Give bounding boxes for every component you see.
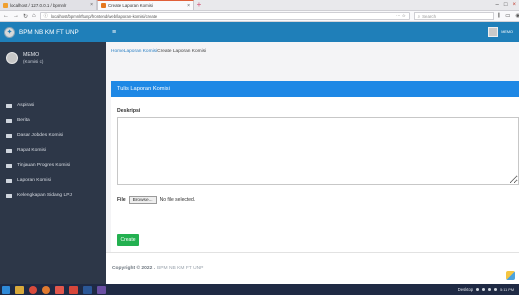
sidebar-item-rapat[interactable]: Rapat Komisi <box>0 143 106 158</box>
browser-tab-strip: localhost / 127.0.0.1 / bpmnlr × Create … <box>0 0 519 11</box>
sidebar-item-label: Aspirasi <box>17 103 35 108</box>
system-tray: Desktop 5:11 PM <box>458 287 517 292</box>
topbar-user-name: MEMO <box>501 30 513 34</box>
sidebar-item-label: Dasar Jobdes Komisi <box>17 133 64 138</box>
tab-title: localhost / 127.0.0.1 / bpmnlr <box>10 2 67 8</box>
minimize-icon[interactable]: – <box>496 2 499 8</box>
toolbar-icons: ⫼ ▭ ◉ ● ≡ <box>498 13 519 20</box>
sidebar-item-kelengkapan[interactable]: Kelengkapan Sidang LPJ <box>0 188 106 203</box>
footer-copyright: Copyright © 2022 . <box>112 266 156 271</box>
user-panel: MEMO (Komisi c) <box>0 42 106 76</box>
footer: Copyright © 2022 . BPM NB KM FT UNP <box>106 252 519 284</box>
library-icon[interactable]: ⫼ <box>498 13 501 20</box>
hamburger-menu-icon[interactable]: ≡ <box>112 29 116 36</box>
description-label: Deskripsi <box>117 108 141 114</box>
sidebar: ✦ BPM NB KM FT UNP MEMO (Komisi c) Aspir… <box>0 22 106 284</box>
forward-icon[interactable]: → <box>13 13 19 19</box>
desktop-label[interactable]: Desktop <box>458 287 473 292</box>
brand-header[interactable]: ✦ BPM NB KM FT UNP <box>0 22 106 42</box>
file-status: No file selected. <box>159 197 196 203</box>
browse-button[interactable]: Browse... <box>128 196 157 204</box>
breadcrumb-parent-link[interactable]: Laporan Komisi <box>124 49 157 54</box>
tab-title: Create Laporan Komisi <box>108 3 153 8</box>
app-icon[interactable] <box>69 285 78 294</box>
breadcrumb-current: Create Laporan Komisi <box>157 49 207 54</box>
info-icon[interactable]: ⓘ <box>44 13 48 19</box>
envelope-icon <box>6 103 12 108</box>
maximize-icon[interactable]: □ <box>504 2 508 8</box>
envelope-icon <box>6 118 12 123</box>
browser-icon[interactable] <box>42 285 50 294</box>
page-content: ✦ BPM NB KM FT UNP MEMO (Komisi c) Aspir… <box>0 22 519 284</box>
tray-icon[interactable] <box>482 288 486 291</box>
sidebar-item-label: Kelengkapan Sidang LPJ <box>17 193 72 198</box>
brand-logo-icon: ✦ <box>4 26 15 38</box>
sidebar-item-label: Berita <box>17 118 30 123</box>
clock[interactable]: 5:11 PM <box>500 288 514 292</box>
search-icon: ⌕ <box>417 13 421 19</box>
start-icon[interactable] <box>2 285 10 294</box>
file-explorer-icon[interactable] <box>15 285 24 294</box>
sidebar-menu: Aspirasi Berita Dasar Jobdes Komisi Rapa… <box>0 98 106 203</box>
home-icon[interactable]: ⌂ <box>32 13 36 19</box>
envelope-icon <box>6 163 12 168</box>
back-icon[interactable]: ← <box>3 13 9 19</box>
breadcrumb: HomeLaporan KomisiCreate Laporan Komisi <box>111 49 206 54</box>
reload-icon[interactable]: ↻ <box>23 13 28 20</box>
extension-icon[interactable]: ◉ <box>515 13 519 20</box>
page-actions-icon[interactable]: ··· ☆ <box>396 13 406 19</box>
file-upload-row: File Browse... No file selected. <box>117 196 195 204</box>
browser-tab-phpmyadmin[interactable]: localhost / 127.0.0.1 / bpmnlr × <box>0 0 97 10</box>
user-role: (Komisi c) <box>23 58 44 64</box>
footer-org: BPM NB KM FT UNP <box>157 266 204 271</box>
phpmyadmin-favicon-icon <box>3 2 8 8</box>
close-tab-icon[interactable]: × <box>90 2 93 8</box>
network-icon[interactable] <box>488 288 492 291</box>
sidebar-toggle-icon[interactable]: ▭ <box>505 13 510 20</box>
sidebar-item-dasar-jobdes[interactable]: Dasar Jobdes Komisi <box>0 128 106 143</box>
sidebar-item-laporan[interactable]: Laporan Komisi <box>0 173 106 188</box>
file-label: File <box>117 197 126 203</box>
account-menu[interactable]: MEMO <box>488 27 513 37</box>
sidebar-item-label: Laporan Komisi <box>17 178 51 183</box>
form-card: Deskripsi File Browse... No file selecte… <box>111 97 519 261</box>
search-placeholder: Search <box>422 13 437 19</box>
envelope-icon <box>6 148 12 153</box>
search-box[interactable]: ⌕ Search <box>413 12 494 20</box>
sidebar-item-aspirasi[interactable]: Aspirasi <box>0 98 106 113</box>
description-textarea[interactable] <box>117 117 519 185</box>
brand-name: BPM NB KM FT UNP <box>19 28 79 36</box>
browser-navigation-bar: ← → ↻ ⌂ ⓘ localhost/bpmnlrftunp/frontend… <box>0 11 519 22</box>
breadcrumb-home-link[interactable]: Home <box>111 49 124 54</box>
sidebar-item-berita[interactable]: Berita <box>0 113 106 128</box>
browser-tab-create-laporan[interactable]: Create Laporan Komisi × <box>97 0 194 10</box>
close-window-icon[interactable]: × <box>512 2 516 8</box>
widget-icon[interactable] <box>506 271 515 280</box>
top-navbar: ≡ MEMO <box>106 22 519 42</box>
envelope-icon <box>6 178 12 183</box>
new-tab-button[interactable]: + <box>194 0 204 10</box>
form-card-header: Tulis Laporan Komisi <box>111 81 519 97</box>
page-favicon-icon <box>101 3 106 8</box>
avatar <box>488 27 499 37</box>
volume-icon[interactable] <box>494 288 498 291</box>
envelope-icon <box>6 193 12 198</box>
sidebar-item-label: Tinjauan Progres Komisi <box>17 163 71 168</box>
tray-icon[interactable] <box>476 288 480 291</box>
firefox-icon[interactable] <box>55 285 64 294</box>
sidebar-item-tinjauan[interactable]: Tinjauan Progres Komisi <box>0 158 106 173</box>
window-controls: – □ × <box>496 2 519 8</box>
create-button[interactable]: Create <box>117 234 139 246</box>
url-text[interactable]: localhost/bpmnlrftunp/frontend/web/lapor… <box>51 14 393 19</box>
envelope-icon <box>6 133 12 138</box>
taskbar: Desktop 5:11 PM <box>0 284 519 295</box>
sidebar-item-label: Rapat Komisi <box>17 148 47 153</box>
close-tab-icon[interactable]: × <box>187 3 190 9</box>
app-icon[interactable] <box>97 285 106 294</box>
chrome-icon[interactable] <box>29 285 37 294</box>
address-bar[interactable]: ⓘ localhost/bpmnlrftunp/frontend/web/lap… <box>39 12 410 20</box>
word-icon[interactable] <box>83 285 92 294</box>
avatar <box>6 52 18 64</box>
